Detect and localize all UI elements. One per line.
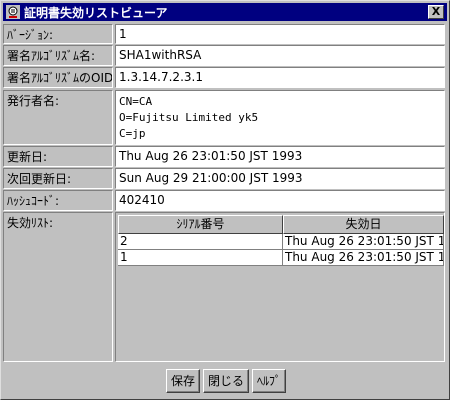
version-label: ﾊﾞｰｼﾞｮﾝ: <box>3 24 113 44</box>
serial-cell: 1 <box>118 250 283 266</box>
sig-alg-name-label: 署名ｱﾙｺﾞﾘｽﾞﾑ名: <box>3 45 113 66</box>
revocation-date-cell: Thu Aug 26 23:01:50 JST 1... <box>283 250 444 266</box>
issuer-label: 発行者名: <box>3 90 113 145</box>
column-header-serial[interactable]: ｼﾘｱﾙ番号 <box>118 215 283 234</box>
sig-alg-name-field[interactable]: SHA1withRSA <box>115 45 445 66</box>
next-update-field[interactable]: Sun Aug 29 21:00:00 JST 1993 <box>115 168 445 189</box>
issuer-field[interactable]: CN=CA O=Fujitsu Limited yk5 C=jp <box>115 90 445 145</box>
serial-cell: 2 <box>118 234 283 250</box>
issuer-o: O=Fujitsu Limited yk5 <box>119 111 259 124</box>
help-button[interactable]: ﾍﾙﾌﾟ <box>252 369 287 393</box>
revocation-date-cell: Thu Aug 26 23:01:50 JST 1... <box>283 234 444 250</box>
table-row[interactable]: 1 Thu Aug 26 23:01:50 JST 1... <box>118 250 444 266</box>
close-button[interactable]: 閉じる <box>203 369 250 393</box>
title-bar[interactable]: 証明書失効リストビューア X <box>3 3 447 21</box>
table-row[interactable]: 2 Thu Aug 26 23:01:50 JST 1... <box>118 234 444 250</box>
save-button[interactable]: 保存 <box>166 369 201 393</box>
next-update-label: 次回更新日: <box>3 168 113 189</box>
crl-viewer-window: 証明書失効リストビューア X ﾊﾞｰｼﾞｮﾝ: 1 署名ｱﾙｺﾞﾘｽﾞﾑ名: S… <box>0 0 450 400</box>
close-window-button[interactable]: X <box>428 5 444 19</box>
window-title: 証明書失効リストビューア <box>24 6 168 20</box>
table-header: ｼﾘｱﾙ番号 失効日 <box>118 215 444 234</box>
column-header-revocation-date[interactable]: 失効日 <box>283 215 444 234</box>
revoked-list-panel[interactable]: ｼﾘｱﾙ番号 失効日 2 Thu Aug 26 23:01:50 JST 1..… <box>115 212 445 362</box>
issuer-cn: CN=CA <box>119 95 153 108</box>
sig-alg-oid-field[interactable]: 1.3.14.7.2.3.1 <box>115 67 445 88</box>
issuer-c: C=jp <box>119 127 146 140</box>
version-field[interactable]: 1 <box>115 24 445 44</box>
app-icon <box>6 5 20 19</box>
revoked-table[interactable]: ｼﾘｱﾙ番号 失効日 2 Thu Aug 26 23:01:50 JST 1..… <box>118 215 444 266</box>
update-date-field[interactable]: Thu Aug 26 23:01:50 JST 1993 <box>115 146 445 167</box>
sig-alg-oid-label: 署名ｱﾙｺﾞﾘｽﾞﾑのOID: <box>3 67 113 88</box>
update-date-label: 更新日: <box>3 146 113 167</box>
button-bar: 保存 閉じる ﾍﾙﾌﾟ <box>166 369 287 393</box>
hash-code-label: ﾊｯｼｭｺｰﾄﾞ: <box>3 190 113 211</box>
hash-code-field[interactable]: 402410 <box>115 190 445 211</box>
revoked-list-label: 失効ﾘｽﾄ: <box>3 212 113 362</box>
